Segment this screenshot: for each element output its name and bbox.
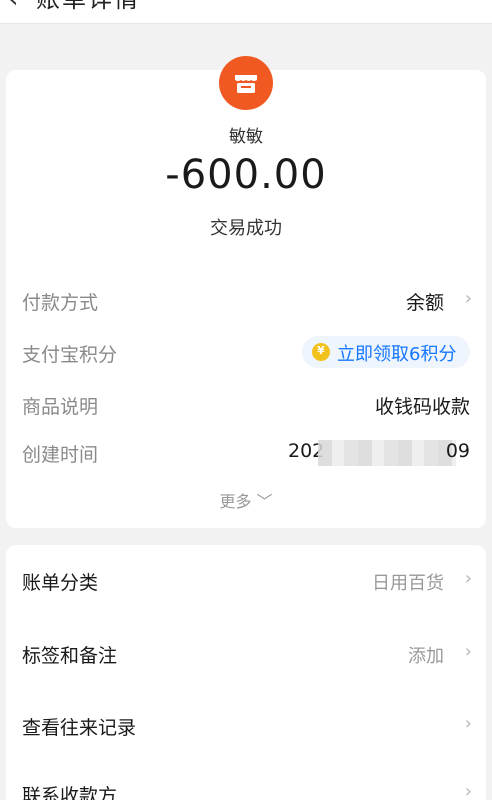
chevron-right-icon[interactable]: › xyxy=(465,781,472,800)
payment-method-label: 付款方式 xyxy=(22,292,99,314)
product-label: 商品说明 xyxy=(22,396,99,418)
top-nav-bar: ‹ 账单详情 xyxy=(0,0,492,24)
coin-icon: ¥ xyxy=(312,343,330,361)
chevron-right-icon[interactable]: › xyxy=(465,568,472,589)
chevron-right-icon[interactable]: › xyxy=(465,713,472,734)
product-value: 收钱码收款 xyxy=(374,396,470,418)
history-label[interactable]: 查看往来记录 xyxy=(22,713,136,740)
transaction-status: 交易成功 xyxy=(210,218,282,239)
more-button[interactable]: 更多 ﹀ xyxy=(0,488,492,512)
chevron-down-icon: ﹀ xyxy=(256,492,273,511)
page-title: 账单详情 xyxy=(36,0,140,12)
store-icon xyxy=(235,75,257,93)
contact-payee-label[interactable]: 联系收款方 xyxy=(22,781,117,800)
created-time-label: 创建时间 xyxy=(22,444,99,466)
merchant-name: 敏敏 xyxy=(229,127,263,147)
claim-points-label: 立即领取6积分 xyxy=(337,344,457,365)
created-time-value-end: 09 xyxy=(445,440,470,462)
tags-notes-value[interactable]: 添加 xyxy=(408,642,444,668)
claim-points-button[interactable]: ¥ 立即领取6积分 xyxy=(302,336,470,368)
redacted-timestamp xyxy=(318,440,456,466)
merchant-avatar xyxy=(219,56,273,110)
tags-notes-label[interactable]: 标签和备注 xyxy=(22,641,117,668)
back-icon[interactable]: ‹ xyxy=(8,0,18,12)
more-label: 更多 xyxy=(219,492,252,511)
chevron-right-icon[interactable]: › xyxy=(465,288,472,309)
chevron-right-icon[interactable]: › xyxy=(465,641,472,662)
bill-category-label[interactable]: 账单分类 xyxy=(22,568,98,595)
transaction-amount: -600.00 xyxy=(165,152,327,198)
bill-category-value[interactable]: 日用百货 xyxy=(372,569,444,595)
payment-method-value[interactable]: 余额 xyxy=(406,288,444,315)
points-label: 支付宝积分 xyxy=(22,344,118,366)
